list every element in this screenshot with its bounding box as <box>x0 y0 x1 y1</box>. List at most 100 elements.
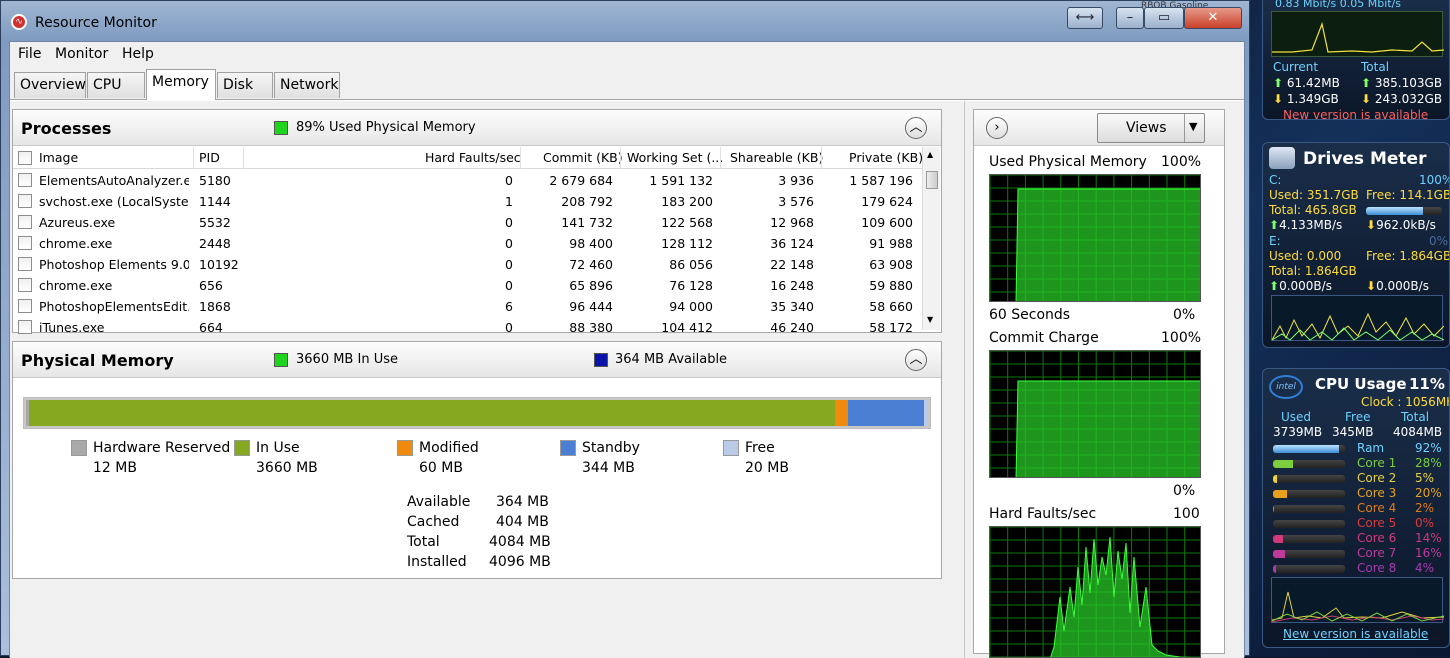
scroll-up-icon[interactable]: ▲ <box>927 150 933 159</box>
available-label: 364 MB Available <box>615 352 728 367</box>
legend-value: 12 MB <box>93 460 137 476</box>
cell-shareable: 3 936 <box>778 173 814 188</box>
col-pid[interactable]: PID <box>199 150 220 165</box>
legend-label: Standby <box>582 440 640 456</box>
drive-c-used: Used: 351.7GB <box>1269 188 1359 202</box>
bar-standby <box>847 400 924 426</box>
core-meter <box>1273 460 1345 468</box>
window-title: Resource Monitor <box>35 15 157 31</box>
cell-private: 59 880 <box>869 278 913 293</box>
write-arrow-icon: ⬇ <box>1366 218 1377 232</box>
col-image[interactable]: Image <box>39 150 78 165</box>
tab-cpu[interactable]: CPU <box>87 72 145 98</box>
cell-commit: 98 400 <box>569 236 613 251</box>
mem-free-value: 345MB <box>1332 425 1374 439</box>
used-memory-swatch <box>274 121 288 135</box>
views-button[interactable]: Views ▼ <box>1097 113 1205 143</box>
cell-hard-faults: 0 <box>505 320 513 335</box>
cell-shareable: 12 968 <box>770 215 814 230</box>
select-all-checkbox[interactable] <box>18 151 32 165</box>
upload-arrow-icon: ⬆ <box>1273 76 1284 90</box>
row-checkbox[interactable] <box>18 215 32 229</box>
col-hard-faults[interactable]: Hard Faults/sec <box>425 150 521 165</box>
tab-network[interactable]: Network <box>274 72 340 98</box>
hard-faults-graph <box>989 526 1201 658</box>
cell-hard-faults: 0 <box>505 236 513 251</box>
table-row[interactable]: Photoshop Elements 9.0... 10192 0 72 460 86 … <box>13 254 923 275</box>
row-checkbox[interactable] <box>18 299 32 313</box>
cpu-usage-percent: 11% <box>1409 375 1445 393</box>
minimize-button[interactable]: – <box>1116 7 1144 29</box>
cell-pid: 1868 <box>199 299 231 314</box>
total-download-value: 243.032GB <box>1374 92 1443 106</box>
row-checkbox[interactable] <box>18 320 32 334</box>
collapse-physical-memory-button[interactable]: ︿ <box>905 349 927 371</box>
cell-working-set: 76 128 <box>669 278 713 293</box>
close-button[interactable]: ✕ <box>1184 7 1242 29</box>
network-new-version-link[interactable]: New version is available <box>1283 108 1428 119</box>
drive-e-write: ⬇0.000B/s <box>1366 279 1429 293</box>
core-meter <box>1273 520 1345 528</box>
physical-memory-header[interactable]: Physical Memory 3660 MB In Use 364 MB Av… <box>13 342 941 378</box>
menu-file[interactable]: File <box>18 46 41 62</box>
tab-overview[interactable]: Overview <box>14 72 86 98</box>
cell-commit: 65 896 <box>569 278 613 293</box>
bar-in-use <box>28 400 835 426</box>
mem-total-label: Total <box>1401 410 1430 424</box>
table-row[interactable]: iTunes.exe 664 0 88 380 104 412 46 240 58 172 <box>13 317 923 338</box>
col-commit[interactable]: Commit (KB) <box>543 150 623 165</box>
memory-usage-bar <box>23 397 931 429</box>
views-label: Views <box>1126 120 1167 136</box>
collapse-processes-button[interactable]: ︿ <box>905 117 927 139</box>
scroll-thumb[interactable] <box>926 171 938 189</box>
row-checkbox[interactable] <box>18 278 32 292</box>
maximize-button[interactable]: ▭ <box>1144 7 1184 29</box>
table-row[interactable]: ElementsAutoAnalyzer.exe 5180 0 2 679 684 1 … <box>13 170 923 191</box>
table-row[interactable]: chrome.exe 656 0 65 896 76 128 16 248 59 880 <box>13 275 923 296</box>
cpu-usage-title: CPU Usage <box>1315 375 1407 393</box>
col-private[interactable]: Private (KB) <box>849 150 923 165</box>
table-row[interactable]: chrome.exe 2448 0 98 400 128 112 36 124 91 988 <box>13 233 923 254</box>
row-checkbox[interactable] <box>18 173 32 187</box>
cell-hard-faults: 1 <box>505 194 513 209</box>
row-checkbox[interactable] <box>18 236 32 250</box>
menu-monitor[interactable]: Monitor <box>55 46 108 62</box>
processes-scrollbar[interactable]: ▲ ▼ <box>922 147 940 330</box>
menu-bar: File Monitor Help <box>10 42 1244 66</box>
cell-pid: 1144 <box>199 194 231 209</box>
left-pane: Processes 89% Used Physical Memory ︿ Ima… <box>10 101 964 658</box>
drive-e-write-value: 0.000B/s <box>1376 279 1429 293</box>
legend-swatch <box>71 440 87 456</box>
row-checkbox[interactable] <box>18 194 32 208</box>
table-row[interactable]: svchost.exe (LocalSyste... 1144 1 208 792 18… <box>13 191 923 212</box>
tab-disk[interactable]: Disk <box>217 72 273 98</box>
row-checkbox[interactable] <box>18 257 32 271</box>
legend-label: Modified <box>419 440 479 456</box>
drive-e-total: Total: 1.864GB <box>1269 264 1357 278</box>
core-meter <box>1273 505 1345 513</box>
cpu-new-version-link[interactable]: New version is available <box>1283 627 1428 641</box>
resize-arrows-button[interactable]: ⟷ <box>1067 7 1103 29</box>
processes-header[interactable]: Processes 89% Used Physical Memory ︿ <box>13 110 941 146</box>
col-working-set[interactable]: Working Set (... <box>627 150 723 165</box>
processes-title: Processes <box>21 119 112 138</box>
cpu-usage-gadget: intel CPU Usage 11% Clock : 1056MHz Used… <box>1262 368 1450 648</box>
drive-c-percent: 100% <box>1419 173 1450 187</box>
drive-e-read-value: 0.000B/s <box>1279 279 1332 293</box>
tab-memory[interactable]: Memory <box>146 69 216 100</box>
table-row[interactable]: Azureus.exe 5532 0 141 732 122 568 12 968 109 … <box>13 212 923 233</box>
network-activity-plot <box>1272 21 1445 53</box>
stat-installed-label: Installed <box>407 554 467 570</box>
table-row[interactable]: PhotoshopElementsEdit... 1868 6 96 444 94 00… <box>13 296 923 317</box>
upload-arrow-icon: ⬆ <box>1361 76 1372 90</box>
cell-image: svchost.exe (LocalSyste... <box>39 194 189 209</box>
col-shareable[interactable]: Shareable (KB) <box>730 150 823 165</box>
menu-help[interactable]: Help <box>122 46 154 62</box>
tab-strip: Overview CPU Memory Disk Network <box>10 66 1244 100</box>
expand-graphs-button[interactable]: › <box>986 117 1008 139</box>
cell-commit: 72 460 <box>569 257 613 272</box>
scroll-down-icon[interactable]: ▼ <box>927 315 933 324</box>
stat-cached-label: Cached <box>407 514 460 530</box>
cell-commit: 208 792 <box>561 194 613 209</box>
title-bar[interactable]: ∿ Resource Monitor RBOB Gasoline ⟷ – ▭ ✕ <box>1 1 1251 41</box>
